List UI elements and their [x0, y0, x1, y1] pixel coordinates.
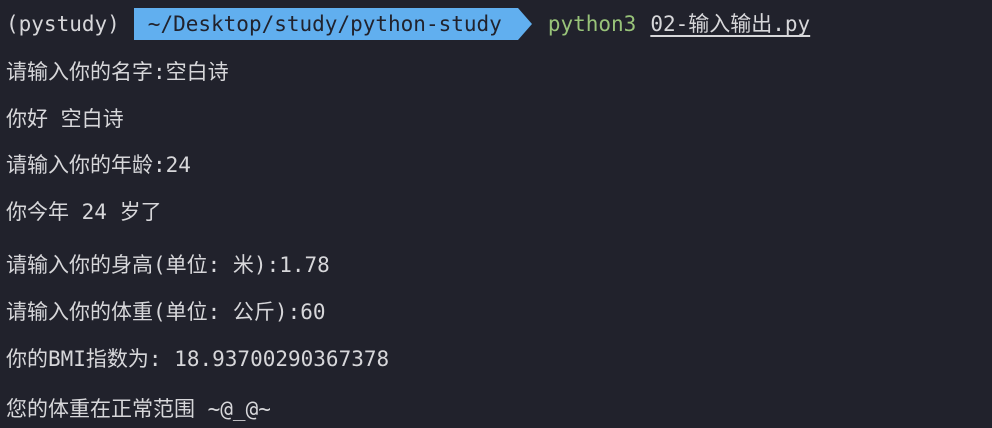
virtualenv-label: (pystudy) — [6, 12, 120, 36]
output-line: 你今年 24 岁了 — [6, 200, 162, 224]
output-line: 请输入你的体重(单位: 公斤):60 — [6, 300, 326, 324]
output-line: 请输入你的年龄:24 — [6, 153, 191, 177]
output-line: 请输入你的名字:空白诗 — [6, 60, 229, 84]
terminal-window[interactable]: (pystudy) ~/Desktop/study/python-study p… — [0, 0, 992, 428]
output-line: 你好 空白诗 — [6, 107, 124, 131]
command-name: python3 — [547, 12, 637, 36]
output-line: 你的BMI指数为: 18.93700290367378 — [6, 347, 390, 371]
prompt-line: (pystudy) ~/Desktop/study/python-study p… — [6, 8, 810, 40]
current-path-segment: ~/Desktop/study/python-study — [133, 8, 532, 40]
output-line: 请输入你的身高(单位: 米):1.78 — [6, 253, 330, 277]
command-argument-file[interactable]: 02-输入输出.py — [650, 8, 810, 40]
output-line: 您的体重在正常范围 ~@_@~ — [6, 397, 271, 421]
